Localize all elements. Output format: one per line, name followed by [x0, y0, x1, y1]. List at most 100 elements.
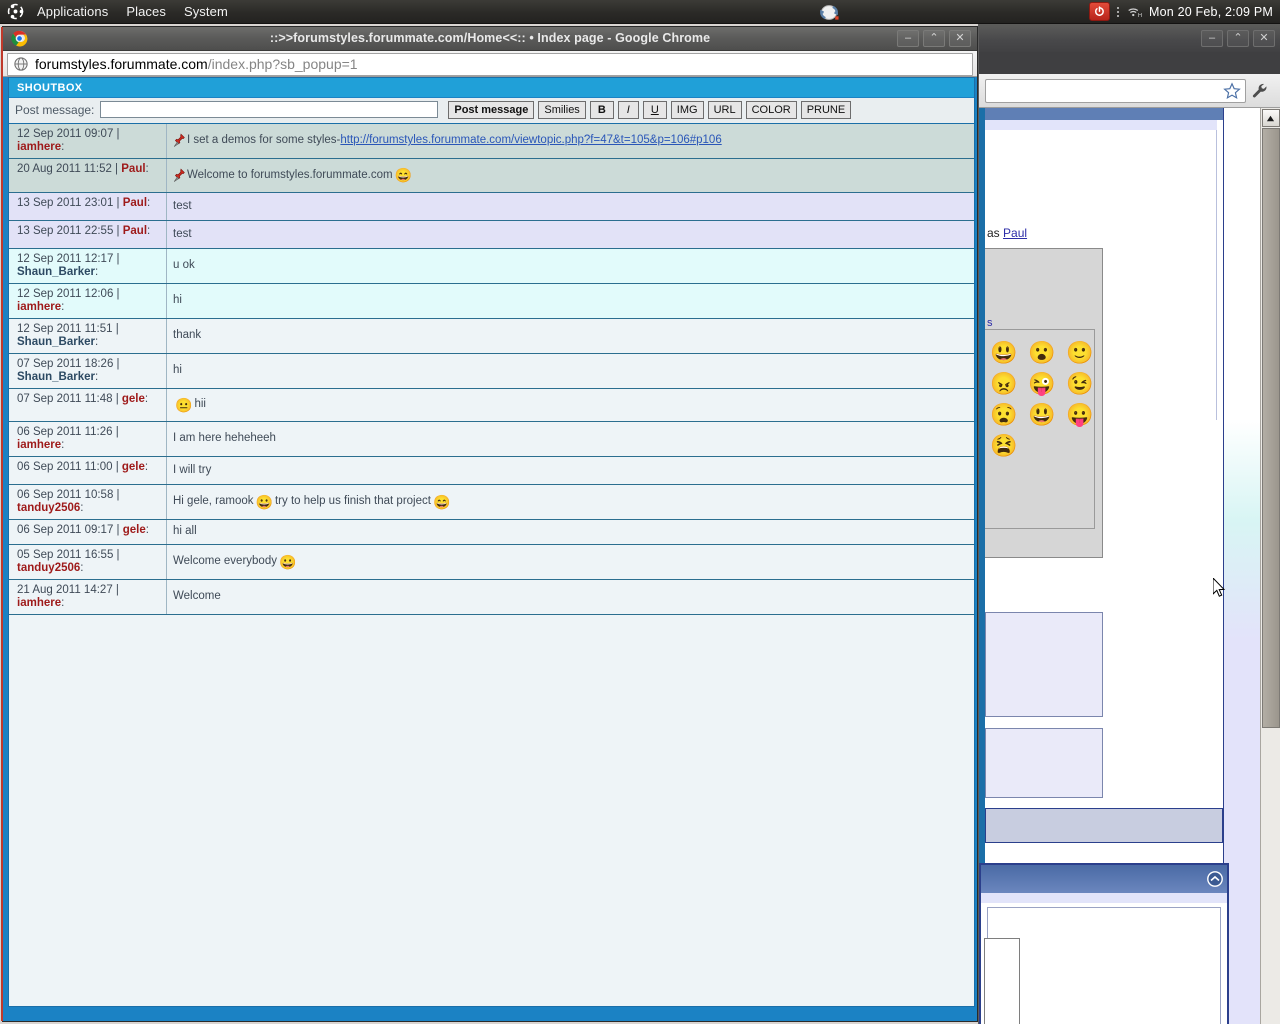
message-author[interactable]: Paul — [121, 163, 145, 175]
background-lower-panel — [985, 808, 1223, 843]
message-author[interactable]: Shaun_Barker — [17, 336, 95, 348]
menu-applications[interactable]: Applications — [28, 1, 117, 22]
popup-titlebar[interactable]: ::>>forumstyles.forummate.com/Home<<:: •… — [3, 27, 977, 51]
scroll-up-arrow-icon[interactable] — [1261, 109, 1280, 127]
panel-indicator-dots-icon[interactable] — [1116, 6, 1119, 17]
panel-clock[interactable]: Mon 20 Feb, 2:09 PM — [1149, 5, 1273, 19]
url-button[interactable]: URL — [707, 100, 742, 119]
post-message-input[interactable] — [100, 101, 439, 119]
smiley-2[interactable]: 🙂 — [1066, 340, 1093, 366]
message-text: I am here heheheeh — [173, 432, 276, 445]
message-author[interactable]: Shaun_Barker — [17, 371, 95, 383]
message-link[interactable]: http://forumstyles.forummate.com/viewtop… — [340, 133, 721, 148]
message-author[interactable]: tanduy2506 — [17, 502, 80, 514]
popup-toolbar: forumstyles.forummate.com/index.php?sb_p… — [3, 50, 977, 77]
power-shutdown-icon[interactable] — [1088, 2, 1110, 21]
smilies-fieldset: 😃 😮 🙂 😠 😜 😉 😧 😃 😛 😫 — [985, 329, 1095, 529]
message-date: 06 Sep 2011 10:58 | — [17, 488, 120, 501]
popup-maximize-button[interactable]: ⌃ — [923, 29, 945, 47]
shoutbox-post-bar: Post message: Post message Smilies B I U IMG U… — [9, 97, 974, 124]
pin-icon — [173, 168, 186, 183]
background-browser-window[interactable]: – ⌃ ✕ as Paul s 😃 😮 🙂 😠 😜 😉 😧 😃 😛 😫 — [978, 24, 1280, 1024]
globe-icon — [14, 57, 28, 72]
message-author[interactable]: Paul — [123, 225, 147, 237]
user-link-paul[interactable]: Paul — [1003, 226, 1027, 240]
background-address-bar[interactable] — [985, 78, 1246, 103]
smiley-4[interactable]: 😜 — [1028, 371, 1055, 397]
background-maximize-button[interactable]: ⌃ — [1227, 29, 1249, 47]
background-page-greeting: as Paul — [987, 226, 1027, 240]
message-author[interactable]: tanduy2506 — [17, 562, 80, 574]
network-wifi-icon[interactable]: H — [1127, 5, 1142, 19]
bookmark-star-icon[interactable] — [1223, 81, 1241, 100]
post-message-button[interactable]: Post message — [448, 100, 535, 119]
popup-window-controls[interactable]: – ⌃ ✕ — [893, 29, 977, 47]
smiley-5[interactable]: 😉 — [1066, 371, 1093, 397]
background-window-titlebar[interactable]: – ⌃ ✕ — [979, 24, 1280, 52]
shoutbox-message-row: 13 Sep 2011 23:01 | Paul: test — [9, 192, 974, 221]
img-button[interactable]: IMG — [670, 100, 704, 119]
message-author[interactable]: gele — [122, 461, 145, 473]
smiley-7[interactable]: 😃 — [1028, 402, 1055, 428]
shoutbox-message-row: 12 Sep 2011 09:07 | iamhere: I set a demo… — [9, 123, 974, 159]
ubuntu-logo-icon[interactable] — [7, 3, 24, 20]
background-smilies-panel: s 😃 😮 🙂 😠 😜 😉 😧 😃 😛 😫 — [985, 248, 1103, 558]
menu-system[interactable]: System — [175, 1, 237, 22]
shoutbox-message-row: 07 Sep 2011 11:48 | gele: 😐 hii — [9, 388, 974, 422]
message-author[interactable]: iamhere — [17, 141, 61, 153]
message-author[interactable]: iamhere — [17, 301, 61, 313]
smiley-1[interactable]: 😮 — [1028, 340, 1055, 366]
background-page-content: as Paul s 😃 😮 🙂 😠 😜 😉 😧 😃 😛 😫 — [979, 108, 1280, 1024]
shoutbox-popup-window[interactable]: ::>>forumstyles.forummate.com/Home<<:: •… — [1, 26, 978, 1022]
background-close-button[interactable]: ✕ — [1253, 29, 1275, 47]
background-scrollbar[interactable] — [1260, 108, 1280, 1024]
smiley-3[interactable]: 😠 — [990, 371, 1017, 397]
collapse-chevron-icon[interactable] — [1207, 871, 1223, 887]
message-author[interactable]: iamhere — [17, 439, 61, 451]
message-author[interactable]: gele — [122, 393, 145, 405]
popup-close-button[interactable]: ✕ — [949, 29, 971, 47]
smiley-9[interactable]: 😫 — [990, 433, 1017, 459]
bold-button[interactable]: B — [589, 100, 614, 119]
wrench-menu-icon[interactable] — [1246, 82, 1274, 100]
shoutbox-footer-area — [3, 1006, 977, 1021]
post-message-label: Post message: — [15, 102, 95, 117]
shoutbox-message-row: 05 Sep 2011 16:55 | tanduy2506: Welcome e… — [9, 544, 974, 580]
shoutbox-message-row: 07 Sep 2011 18:26 | Shaun_Barker: hi — [9, 353, 974, 389]
smiley-0[interactable]: 😃 — [990, 340, 1017, 366]
prune-button[interactable]: PRUNE — [800, 100, 852, 119]
scrollbar-thumb[interactable] — [1261, 128, 1280, 728]
message-body: Hi gele, ramook 😀 try to help us finish … — [167, 485, 974, 519]
background-minimize-button[interactable]: – — [1201, 29, 1223, 47]
italic-button[interactable]: I — [617, 100, 639, 119]
message-text: hi — [173, 294, 182, 307]
message-author[interactable]: Paul — [123, 197, 147, 209]
shoutbox-container: SHOUTBOX Post message: Post message Smili… — [8, 76, 975, 1007]
smiley-6[interactable]: 😧 — [990, 402, 1017, 428]
message-author[interactable]: Shaun_Barker — [17, 266, 95, 278]
message-meta: 06 Sep 2011 11:26 | iamhere: — [9, 421, 167, 456]
message-text: Welcome everybody — [173, 555, 277, 568]
message-author[interactable]: gele — [123, 524, 146, 536]
underline-button[interactable]: U — [642, 100, 667, 119]
background-secondary-header — [981, 865, 1227, 893]
smiley-8[interactable]: 😛 — [1066, 402, 1093, 428]
message-body: thank — [167, 319, 974, 353]
popup-minimize-button[interactable]: – — [897, 29, 919, 47]
message-body: hi — [167, 284, 974, 318]
message-colon: : — [147, 196, 151, 209]
color-button[interactable]: COLOR — [745, 100, 797, 119]
message-meta: 21 Aug 2011 14:27 | iamhere: — [9, 579, 167, 614]
smilies-button[interactable]: Smilies — [538, 100, 586, 119]
message-emoji: 😐 — [175, 396, 193, 413]
message-body: hi — [167, 354, 974, 388]
message-author[interactable]: iamhere — [17, 597, 61, 609]
address-bar[interactable]: forumstyles.forummate.com/index.php?sb_p… — [7, 52, 973, 76]
update-manager-icon[interactable] — [818, 3, 840, 21]
shoutbox-message-row: 12 Sep 2011 12:06 | iamhere: hi — [9, 283, 974, 319]
message-text: test — [173, 227, 192, 240]
message-emoji: 😀 — [278, 553, 297, 570]
menu-places[interactable]: Places — [117, 1, 175, 22]
background-tab-strip[interactable] — [979, 52, 1280, 74]
smiley-grid[interactable]: 😃 😮 🙂 😠 😜 😉 😧 😃 😛 😫 — [985, 340, 1097, 459]
